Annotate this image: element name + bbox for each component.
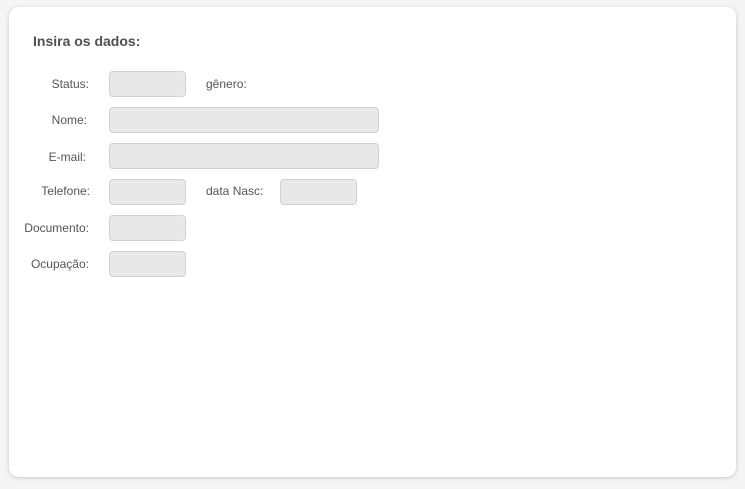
nome-field[interactable] [109,107,379,133]
ocupacao-label: Ocupação: [30,257,89,271]
form-title: Insira os dados: [33,33,141,49]
documento-field[interactable] [109,215,186,241]
data-nasc-label: data Nasc: [206,184,264,198]
telefone-label: Telefone: [41,184,90,198]
telefone-field[interactable] [109,179,186,205]
documento-label: Documento: [24,221,89,235]
status-label: Status: [51,77,89,91]
email-label: E-mail: [48,150,86,164]
data-nasc-field[interactable] [280,179,357,205]
status-field[interactable] [109,71,186,97]
genero-label: gênero: [206,77,247,91]
nome-label: Nome: [51,113,87,127]
ocupacao-field[interactable] [109,251,186,277]
email-field[interactable] [109,143,379,169]
